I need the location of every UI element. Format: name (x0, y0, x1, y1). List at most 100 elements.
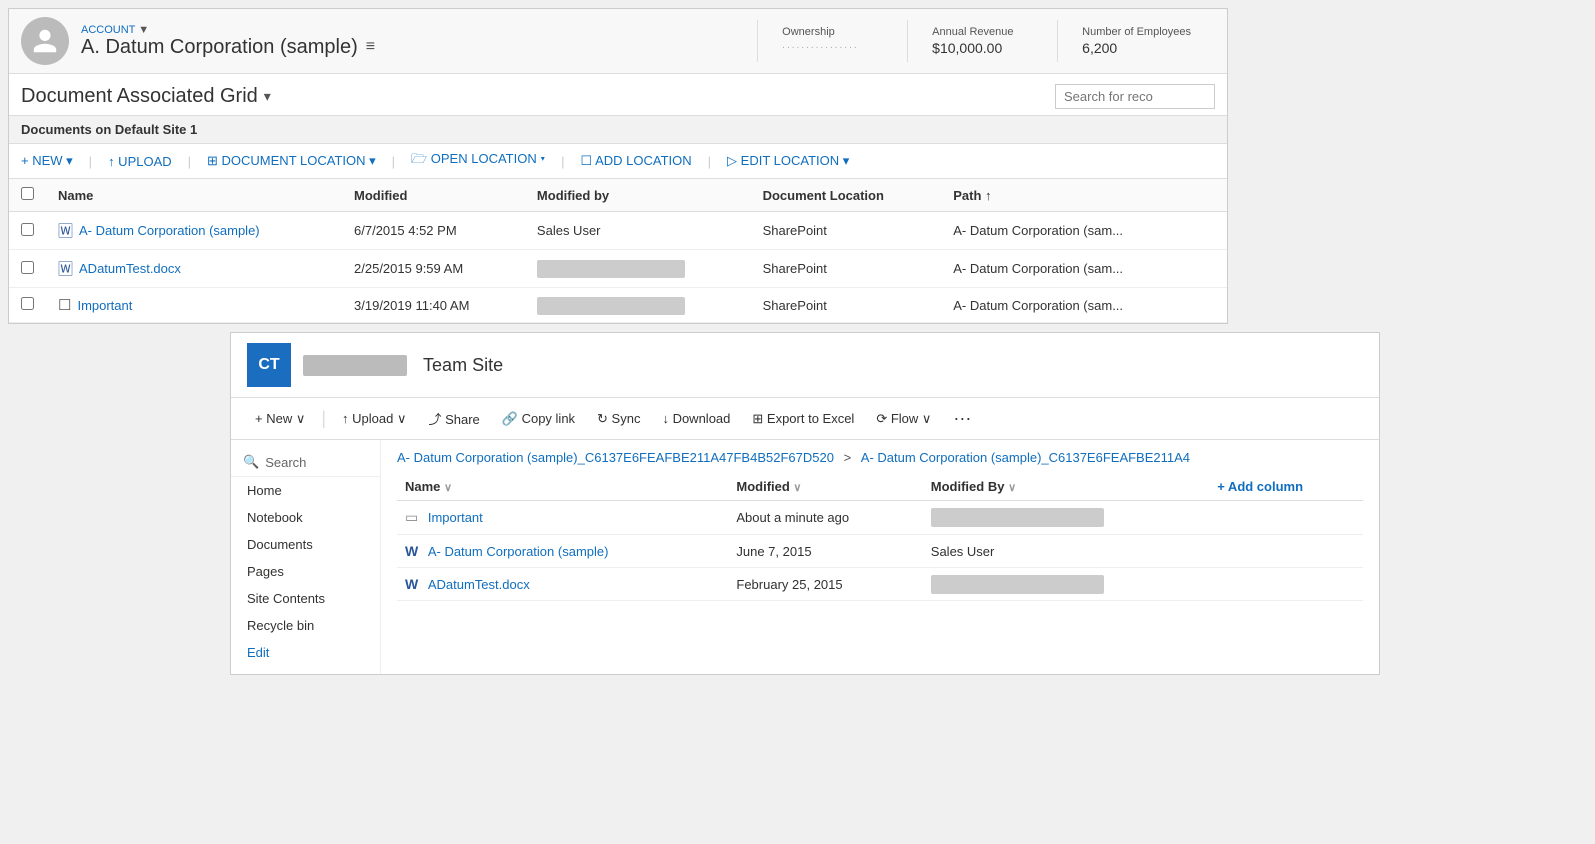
row-checkbox[interactable] (21, 261, 34, 274)
account-field-revenue: Annual Revenue $10,000.00 (907, 20, 1057, 62)
toolbar-sep-2: | (188, 154, 191, 169)
sp-breadcrumb-part1[interactable]: A- Datum Corporation (sample)_C6137E6FEA… (397, 450, 834, 465)
row-name-cell: 🅆 ADatumTest.docx (46, 250, 342, 288)
row-checkbox[interactable] (21, 223, 34, 236)
sp-col-modifiedby-header[interactable]: Modified By ∨ (923, 473, 1209, 501)
sp-row-name-cell: W ADatumTest.docx (397, 568, 728, 601)
sp-site-name-blurred: CRM3Cnnne (303, 355, 407, 376)
sp-content: 🔍 Search Home Notebook Documents Pages S… (231, 440, 1379, 674)
row-modifiedby-cell: Sales User (525, 212, 751, 250)
sp-nav-pages[interactable]: Pages (231, 558, 380, 585)
sp-nav-recycle-bin[interactable]: Recycle bin (231, 612, 380, 639)
docs-site-label: Documents on Default Site 1 (9, 116, 1227, 144)
col-modified-header[interactable]: Modified (342, 179, 525, 212)
section-chevron-icon[interactable]: ▾ (264, 88, 271, 105)
sp-share-button[interactable]: ⤴ Share (420, 405, 487, 432)
sp-file-link[interactable]: W A- Datum Corporation (sample) (405, 543, 720, 559)
sp-ellipsis-icon[interactable]: ··· (945, 404, 979, 433)
table-row: 🅆 A- Datum Corporation (sample) 6/7/2015… (9, 212, 1227, 250)
col-modifiedby-header[interactable]: Modified by (525, 179, 751, 212)
hamburger-icon[interactable]: ≡ (366, 38, 375, 56)
sp-word-icon: W (405, 576, 418, 592)
section-title-text: Document Associated Grid (21, 85, 258, 108)
toolbar-new-button[interactable]: + NEW ▾ (21, 153, 73, 169)
sp-main: A- Datum Corporation (sample)_C6137E6FEA… (381, 440, 1379, 674)
section-header: Document Associated Grid ▾ (9, 74, 1227, 115)
toolbar-open-location-button[interactable]: 🗁 OPEN LOCATION ▾ (411, 150, 545, 172)
row-checkbox[interactable] (21, 297, 34, 310)
sp-nav-documents[interactable]: Documents (231, 531, 380, 558)
search-icon: 🔍 (243, 454, 259, 470)
file-link[interactable]: 🅆 A- Datum Corporation (sample) (58, 220, 330, 241)
sp-nav-notebook[interactable]: Notebook (231, 504, 380, 531)
page-file-icon: ☐ (58, 296, 71, 314)
sp-new-button[interactable]: + New ∨ (247, 407, 313, 431)
col-name-header[interactable]: Name (46, 179, 342, 212)
toolbar-edit-location-button[interactable]: ▷ EDIT LOCATION ▾ (727, 153, 849, 169)
sp-col-addcol-header[interactable]: + Add column (1209, 473, 1363, 501)
sp-nav-home[interactable]: Home (231, 477, 380, 504)
account-field-employees: Number of Employees 6,200 (1057, 20, 1215, 62)
col-path-header[interactable]: Path ↑ (941, 179, 1195, 212)
sp-sync-button[interactable]: ↻ Sync (589, 407, 648, 431)
sp-row-modifiedby-cell: ████████ (923, 568, 1209, 601)
file-name: ADatumTest.docx (79, 261, 181, 276)
sp-row-name-cell: W A- Datum Corporation (sample) (397, 535, 728, 568)
sp-row-extra-cell (1209, 568, 1363, 601)
field-label-ownership: Ownership (782, 26, 883, 38)
sp-copylink-button[interactable]: 🔗 Copy link (494, 407, 583, 431)
toolbar-upload-button[interactable]: ↑ UPLOAD (108, 154, 172, 169)
sp-export-button[interactable]: ⊞ Export to Excel (744, 407, 862, 431)
docs-toolbar: + NEW ▾ | ↑ UPLOAD | ⊞ DOCUMENT LOCATION… (9, 144, 1227, 179)
row-modified-cell: 2/25/2015 9:59 AM (342, 250, 525, 288)
sp-col-name-header[interactable]: Name ∨ (397, 473, 728, 501)
col-doclocation-header[interactable]: Document Location (751, 179, 942, 212)
toolbar-add-location-button[interactable]: ☐ ADD LOCATION (581, 153, 692, 169)
sp-search[interactable]: 🔍 Search (231, 448, 380, 477)
avatar (21, 17, 69, 65)
sp-row-modified-cell: About a minute ago (728, 501, 922, 535)
sp-site-team: Team Site (423, 355, 503, 376)
field-value-ownership: ................ (782, 40, 883, 51)
crm-search-input[interactable] (1055, 84, 1215, 109)
account-fields: Ownership ................ Annual Revenu… (757, 20, 1215, 62)
row-modified-cell: 6/7/2015 4:52 PM (342, 212, 525, 250)
word-file-icon: 🅆 (58, 220, 73, 241)
file-name: Important (77, 298, 132, 313)
sp-col-modified-header[interactable]: Modified ∨ (728, 473, 922, 501)
toolbar-document-location-button[interactable]: ⊞ DOCUMENT LOCATION ▾ (207, 153, 376, 169)
sp-breadcrumb-part2[interactable]: A- Datum Corporation (sample)_C6137E6FEA… (861, 450, 1190, 465)
sp-row-modified-cell: February 25, 2015 (728, 568, 922, 601)
account-header: ACCOUNT ▼ A. Datum Corporation (sample) … (9, 9, 1227, 74)
row-path-cell: A- Datum Corporation (sam... (941, 250, 1195, 288)
sp-nav-edit[interactable]: Edit (231, 639, 380, 666)
account-field-ownership: Ownership ................ (757, 20, 907, 62)
sp-file-link[interactable]: W ADatumTest.docx (405, 576, 720, 592)
row-location-cell: SharePoint (751, 250, 942, 288)
row-checkbox-cell (9, 288, 46, 323)
row-modifiedby-cell: ████████ (525, 288, 751, 323)
sp-row-modifiedby-cell: Sales User (923, 535, 1209, 568)
account-label: ACCOUNT ▼ (81, 24, 757, 36)
file-link[interactable]: ☐ Important (58, 296, 330, 314)
sp-flow-button[interactable]: ⟳ Flow ∨ (868, 407, 939, 431)
row-extra-cell (1195, 212, 1227, 250)
row-extra-cell (1195, 250, 1227, 288)
field-value-revenue: $10,000.00 (932, 40, 1033, 56)
row-checkbox-cell (9, 250, 46, 288)
select-all-checkbox[interactable] (21, 187, 34, 200)
file-link[interactable]: 🅆 ADatumTest.docx (58, 258, 330, 279)
sp-nav-site-contents[interactable]: Site Contents (231, 585, 380, 612)
account-type[interactable]: ACCOUNT (81, 24, 135, 36)
sp-search-label: Search (265, 455, 306, 470)
col-checkbox-header (9, 179, 46, 212)
field-label-revenue: Annual Revenue (932, 26, 1033, 38)
sp-download-button[interactable]: ↓ Download (654, 407, 738, 430)
row-path-cell: A- Datum Corporation (sam... (941, 212, 1195, 250)
sp-file-link[interactable]: ▭ Important (405, 509, 720, 526)
table-row: ☐ Important 3/19/2019 11:40 AM ████████ … (9, 288, 1227, 323)
account-info: ACCOUNT ▼ A. Datum Corporation (sample) … (81, 24, 757, 59)
row-extra-cell (1195, 288, 1227, 323)
sp-upload-button[interactable]: ↑ Upload ∨ (334, 407, 414, 431)
section-title: Document Associated Grid ▾ (21, 85, 271, 108)
